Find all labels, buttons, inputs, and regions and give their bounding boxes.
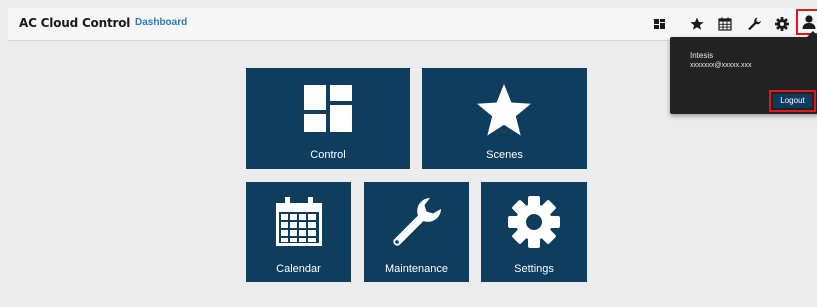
dashboard-icon [654, 19, 665, 29]
star-icon [473, 80, 535, 142]
nav-scenes-button[interactable] [688, 15, 706, 33]
app-window: AC Cloud Control - Dashboard Intesis xxx… [8, 8, 817, 307]
calendar-icon [275, 197, 323, 247]
tile-scenes[interactable]: Scenes [422, 68, 587, 169]
logout-highlight: Logout [769, 90, 816, 112]
wrench-icon [388, 194, 444, 250]
wrench-icon [748, 17, 761, 31]
gear-icon [506, 194, 562, 250]
calendar-icon [718, 17, 732, 31]
app-title: AC Cloud Control [19, 16, 131, 30]
nav-maintenance-button[interactable] [745, 15, 763, 33]
user-menu-popover: Intesis xxxxxxx@xxxxx.xxx Logout [670, 31, 817, 114]
tile-calendar[interactable]: Calendar [246, 182, 351, 282]
tile-maintenance[interactable]: Maintenance [364, 182, 469, 282]
star-icon [690, 17, 704, 30]
nav-settings-button[interactable] [773, 15, 791, 33]
nav-calendar-button[interactable] [716, 15, 734, 33]
tile-settings-label: Settings [514, 263, 554, 275]
tile-maintenance-label: Maintenance [385, 263, 448, 275]
tile-settings[interactable]: Settings [481, 182, 587, 282]
user-email: xxxxxxx@xxxxx.xxx [690, 62, 752, 69]
logout-button[interactable]: Logout [773, 94, 812, 108]
popover-arrow [807, 31, 817, 37]
dashboard-icon [304, 85, 352, 133]
title-separator: - [124, 17, 128, 29]
tile-calendar-label: Calendar [276, 263, 321, 275]
tile-scenes-label: Scenes [486, 149, 523, 161]
user-icon [802, 15, 816, 29]
tile-control-label: Control [310, 149, 346, 161]
tile-control[interactable]: Control [246, 68, 410, 169]
gear-icon [775, 17, 789, 31]
breadcrumb-current-page[interactable]: Dashboard [135, 17, 187, 28]
user-name: Intesis [690, 51, 714, 60]
nav-dashboard-button[interactable] [651, 15, 669, 33]
